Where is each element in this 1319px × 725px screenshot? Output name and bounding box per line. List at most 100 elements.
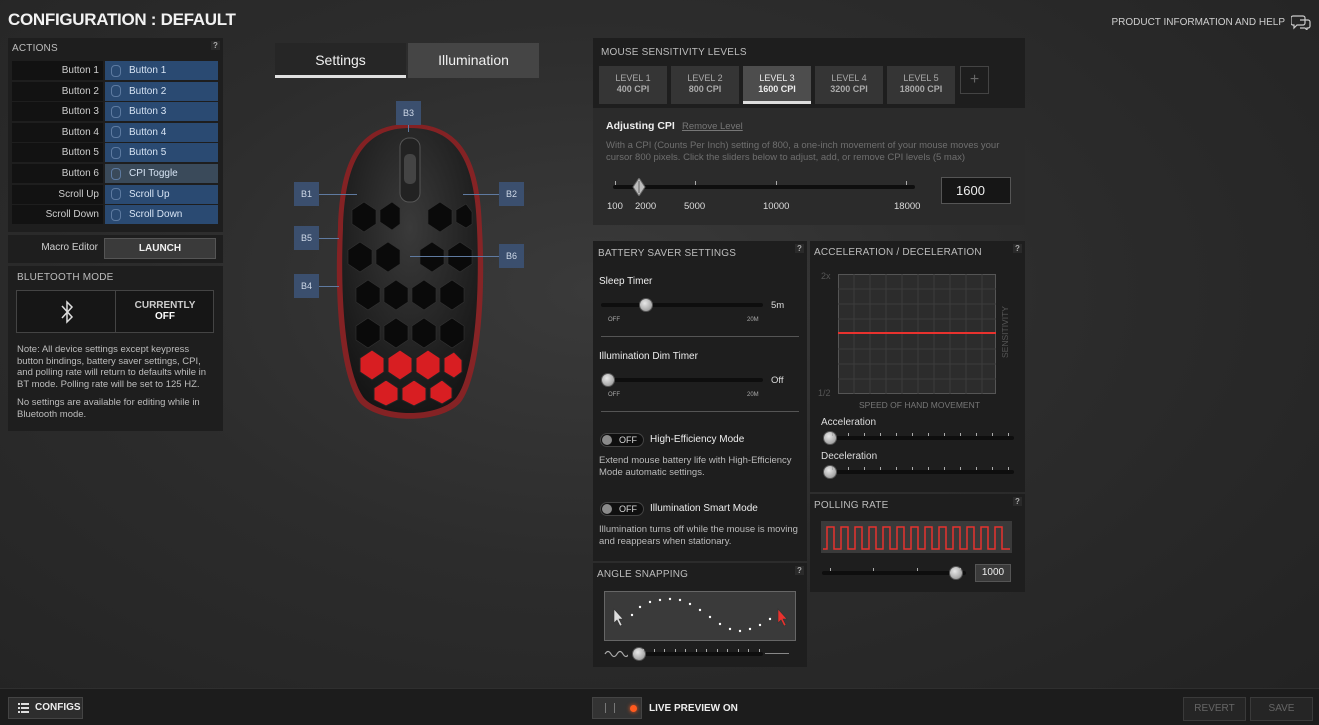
angle-help-icon[interactable]: ? [795,566,804,575]
cpi-level-name: LEVEL 5 [903,73,939,83]
action-binding-label: Button 4 [129,126,167,138]
button-tag-b2[interactable]: B2 [499,182,524,206]
cpi-level-tab[interactable]: LEVEL 4 3200 CPI [815,66,883,104]
dim-timer-track[interactable] [601,378,763,382]
sleep-timer-thumb[interactable] [639,298,653,312]
action-binding-button[interactable]: Button 4 [105,122,218,142]
accel-help-icon[interactable]: ? [1013,244,1022,253]
help-link[interactable]: PRODUCT INFORMATION AND HELP [1111,14,1311,30]
cpi-scale-label: 100 [607,201,623,212]
save-button[interactable]: SAVE [1250,697,1313,721]
bottom-bar: CONFIGS LIVE PREVIEW ON REVERT SAVE [0,688,1319,725]
action-binding-label: CPI Toggle [129,168,178,179]
toggle-knob [602,435,612,445]
polling-help-icon[interactable]: ? [1013,497,1022,506]
action-binding-label: Button 3 [129,106,167,118]
configs-button[interactable]: CONFIGS [8,697,83,719]
action-name: Button 6 [12,164,103,183]
cpi-tick [615,181,616,185]
button-tag-b6[interactable]: B6 [499,244,524,268]
dim-timer-label: Illumination Dim Timer [599,351,698,362]
tab-illumination[interactable]: Illumination [408,43,539,78]
battery-help-icon[interactable]: ? [795,244,804,253]
angle-tick [695,649,697,652]
cpi-tick [695,181,696,185]
button-tag-b4[interactable]: B4 [294,274,319,298]
action-binding-label: Button 5 [129,147,167,159]
cpi-level-tab[interactable]: LEVEL 3 1600 CPI [743,66,811,104]
cpi-slider-track[interactable] [613,185,915,189]
action-binding-button[interactable]: Button 2 [105,81,218,101]
actions-help-icon[interactable]: ? [211,41,220,50]
action-binding-button[interactable]: Button 3 [105,102,218,122]
accel-tick [848,433,849,436]
mouse-icon [111,146,121,159]
action-name: Button 1 [12,61,103,80]
sensitivity-header: MOUSE SENSITIVITY LEVELS [601,47,747,58]
polling-rate-panel: POLLING RATE ? 1000 [810,494,1025,592]
action-row: Button 4 Button 4 [12,122,218,142]
angle-tick [706,649,708,652]
button-tag-b3[interactable]: B3 [396,101,421,125]
mouse-icon [111,208,121,221]
button-tag-b5[interactable]: B5 [294,226,319,250]
polling-wave-graph [821,521,1012,553]
tab-settings[interactable]: Settings [275,43,406,78]
action-binding-button[interactable]: Button 5 [105,143,218,163]
cpi-level-value: 800 CPI [688,84,722,94]
acceleration-thumb[interactable] [823,431,837,445]
angle-snapping-preview [604,591,796,641]
cpi-tick [906,181,907,185]
high-efficiency-toggle[interactable]: OFF [600,433,644,447]
bluetooth-toggle[interactable]: CURRENTLY OFF [16,290,214,333]
sleep-timer-track[interactable] [601,303,763,307]
accel-tick [912,433,913,436]
illumination-smart-label: Illumination Smart Mode [650,503,758,514]
configs-label: CONFIGS [35,702,81,713]
dim-timer-thumb[interactable] [601,373,615,387]
action-binding-button[interactable]: CPI Toggle [105,164,218,183]
deceleration-thumb[interactable] [823,465,837,479]
cpi-value-input[interactable]: 1600 [941,177,1011,204]
sleep-timer-label: Sleep Timer [599,276,653,287]
angle-tick [643,649,644,652]
angle-snapping-track[interactable] [633,652,763,656]
angle-snapping-panel: ANGLE SNAPPING ? [593,563,807,667]
high-efficiency-label: High-Efficiency Mode [650,434,745,445]
sleep-scale-max: 20M [747,317,759,323]
cpi-level-tab[interactable]: LEVEL 5 18000 CPI [887,66,955,104]
action-row: Button 1 Button 1 [12,61,218,80]
button-tag-b1[interactable]: B1 [294,182,319,206]
acceleration-track[interactable] [824,436,1014,440]
illumination-smart-toggle[interactable]: OFF [600,502,644,516]
decel-tick [848,467,849,470]
decel-tick [928,467,929,470]
cpi-level-tab[interactable]: LEVEL 1 400 CPI [599,66,667,104]
launch-button[interactable]: LAUNCH [104,238,216,259]
deceleration-track[interactable] [824,470,1014,474]
polling-rate-value[interactable]: 1000 [975,564,1011,582]
dim-timer-value: Off [771,375,784,386]
accel-y-label: SENSITIVITY [1000,306,1010,358]
action-binding-label: Scroll Down [129,209,183,221]
action-name: Scroll Down [12,205,103,225]
action-binding-button[interactable]: Button 1 [105,61,218,80]
add-level-button[interactable]: + [960,66,989,94]
action-binding-button[interactable]: Scroll Up [105,184,218,204]
remove-level-link[interactable]: Remove Level [682,121,743,132]
bluetooth-status-label: CURRENTLY [134,300,196,311]
cpi-level-tab[interactable]: LEVEL 2 800 CPI [671,66,739,104]
accel-curve-graph [838,274,996,394]
cpi-level-name: LEVEL 1 [615,73,651,83]
live-preview-toggle[interactable] [592,697,642,719]
live-indicator-icon [630,705,637,712]
battery-header: BATTERY SAVER SETTINGS [598,248,737,259]
revert-button[interactable]: REVERT [1183,697,1246,721]
angle-tick [716,649,718,652]
polling-rate-track[interactable] [822,571,966,575]
angle-tick [727,649,729,652]
cpi-slider-thumb[interactable] [632,178,646,196]
action-binding-button[interactable]: Scroll Down [105,205,218,225]
bluetooth-note: Note: All device settings except keypres… [17,344,207,390]
accel-header: ACCELERATION / DECELERATION [814,247,982,258]
